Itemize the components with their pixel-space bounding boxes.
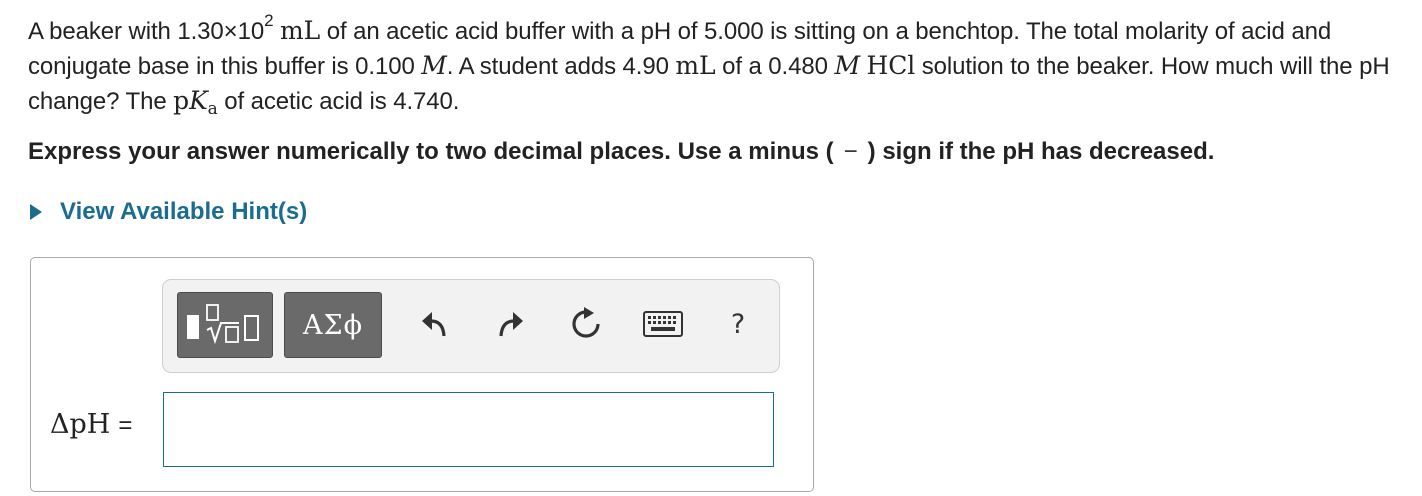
pka-p: p bbox=[173, 86, 190, 115]
unit-molarity: M bbox=[421, 51, 447, 80]
unit-ml: mL bbox=[675, 51, 716, 80]
undo-icon bbox=[422, 312, 446, 337]
minus-sign: − bbox=[843, 138, 858, 165]
pka-k: K bbox=[189, 86, 208, 115]
keyboard-button[interactable] bbox=[639, 304, 687, 344]
help-button[interactable]: ? bbox=[718, 304, 758, 344]
unit-ml: mL bbox=[280, 16, 321, 45]
answer-instruction: Express your answer numerically to two d… bbox=[28, 138, 1214, 166]
delta-ph-label: ΔpH bbox=[50, 409, 111, 440]
undo-button[interactable] bbox=[414, 304, 454, 344]
formula-hcl: HCl bbox=[866, 51, 916, 80]
question-segment: of acetic acid is 4.740. bbox=[217, 88, 460, 115]
redo-icon bbox=[499, 312, 523, 337]
help-icon: ? bbox=[730, 308, 746, 340]
greek-letters-button[interactable]: ΑΣϕ bbox=[284, 292, 382, 358]
question-text: A beaker with 1.30×102 mL of an acetic a… bbox=[28, 11, 1418, 121]
math-toolbar: ΑΣϕ ? bbox=[162, 279, 780, 373]
instruction-text: Express your answer numerically to two d… bbox=[28, 138, 834, 165]
templates-icon bbox=[187, 304, 259, 345]
answer-label: ΔpH = bbox=[50, 409, 132, 440]
question-volume: 1.30×10 bbox=[177, 18, 265, 45]
redo-button[interactable] bbox=[491, 304, 531, 344]
greek-letters-label: ΑΣϕ bbox=[303, 309, 363, 341]
question-volume-exponent: 2 bbox=[264, 11, 274, 30]
reset-button[interactable] bbox=[566, 304, 606, 344]
reset-icon bbox=[572, 307, 600, 338]
question-segment: of a 0.480 bbox=[715, 53, 835, 80]
answer-input[interactable] bbox=[163, 392, 774, 467]
question-segment: . A student adds 4.90 bbox=[446, 53, 676, 80]
unit-molarity: M bbox=[834, 51, 860, 80]
pka-subscript: a bbox=[207, 99, 218, 119]
view-hints-link[interactable]: View Available Hint(s) bbox=[30, 198, 307, 226]
instruction-text: ) sign if the pH has decreased. bbox=[867, 138, 1215, 165]
equals-sign: = bbox=[118, 412, 133, 439]
view-hints-label: View Available Hint(s) bbox=[60, 198, 308, 225]
keyboard-icon bbox=[643, 311, 683, 337]
caret-right-icon bbox=[30, 204, 42, 220]
templates-button[interactable] bbox=[177, 292, 273, 358]
question-segment: A beaker with bbox=[28, 18, 178, 45]
